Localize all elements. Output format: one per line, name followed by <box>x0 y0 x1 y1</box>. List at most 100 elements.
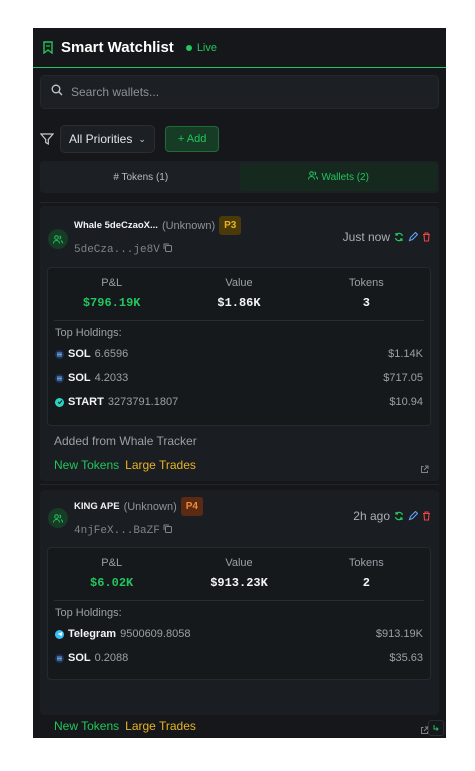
tokens-stat: Tokens 2 <box>303 557 430 590</box>
value-amount: $1.86K <box>217 296 261 310</box>
wallet-name-row: KING APE (Unknown) P4 <box>74 497 203 516</box>
delete-icon[interactable] <box>422 232 431 242</box>
holding-symbol: SOL <box>68 348 91 360</box>
tokens-label: Tokens <box>348 557 384 569</box>
wallet-address-row: 4njFeX...BaZF <box>74 524 172 537</box>
resize-handle-icon[interactable] <box>428 720 444 736</box>
priority-badge: P4 <box>180 497 203 516</box>
pnl-label: P&L <box>101 277 123 289</box>
tab-wallets-label: Wallets (2) <box>321 171 369 183</box>
copy-icon[interactable] <box>163 243 172 256</box>
alert-tags: New Tokens Large Trades <box>54 458 196 472</box>
tab-wallets[interactable]: Wallets (2) <box>239 163 437 191</box>
pnl-value: $6.02K <box>90 576 134 590</box>
wallet-card[interactable]: Whale 5deCzaoX... (Unknown) P3 5deCza...… <box>40 206 439 481</box>
alert-tag-large-trades: Large Trades <box>125 458 196 472</box>
external-link-icon[interactable] <box>420 461 429 473</box>
search-icon <box>51 83 63 101</box>
holding-amount: 6.6596 <box>94 348 129 360</box>
tab-tokens-label: # Tokens (1) <box>113 171 169 183</box>
holding-row[interactable]: SOL 4.2033 $717.05 <box>48 366 430 390</box>
holding-usd: $10.94 <box>389 396 423 408</box>
wallet-stats: P&L $796.19K Value $1.86K Tokens 3 Top H… <box>47 267 431 426</box>
wallet-name-row: Whale 5deCzaoX... (Unknown) P3 <box>74 216 242 235</box>
tokens-count: 3 <box>362 296 370 310</box>
telegram-icon <box>55 629 64 639</box>
holding-amount: 4.2033 <box>94 372 129 384</box>
edit-icon[interactable] <box>408 511 418 521</box>
users-icon <box>307 171 318 183</box>
sol-icon <box>55 653 64 663</box>
delete-icon[interactable] <box>422 511 431 521</box>
top-holdings-label: Top Holdings: <box>55 607 122 619</box>
pnl-stat: P&L $796.19K <box>48 277 175 310</box>
wallet-address: 5deCza...je8V <box>74 243 160 256</box>
sol-icon <box>55 373 64 383</box>
value-label: Value <box>225 277 253 289</box>
live-label: Live <box>196 41 217 54</box>
priority-dropdown-label: All Priorities <box>69 132 133 146</box>
alert-tag-new-tokens: New Tokens <box>54 719 120 733</box>
value-label: Value <box>225 557 253 569</box>
priority-badge: P3 <box>219 216 242 235</box>
edit-icon[interactable] <box>408 232 418 242</box>
divider <box>54 600 424 601</box>
alert-tag-large-trades: Large Trades <box>125 719 196 733</box>
refresh-icon[interactable] <box>394 232 404 242</box>
wallet-address-row: 5deCza...je8V <box>74 243 172 256</box>
wallet-address: 4njFeX...BaZF <box>74 524 160 537</box>
wallet-note: Added from Whale Tracker <box>54 434 197 448</box>
wallet-tag: (Unknown) <box>161 219 216 232</box>
bookmark-icon <box>41 41 55 55</box>
search-box[interactable] <box>40 75 439 109</box>
tab-tokens[interactable]: # Tokens (1) <box>42 163 240 191</box>
live-status: Live <box>185 41 217 54</box>
last-activity: Just now <box>342 230 390 244</box>
refresh-icon[interactable] <box>394 511 404 521</box>
wallet-actions: 2h ago <box>353 509 431 523</box>
wallet-name[interactable]: KING APE <box>74 501 120 512</box>
divider <box>40 202 439 203</box>
holding-usd: $1.14K <box>388 348 423 360</box>
sol-icon <box>55 349 64 359</box>
start-icon <box>55 397 64 407</box>
holding-amount: 9500609.8058 <box>120 628 191 640</box>
holding-row[interactable]: SOL 6.6596 $1.14K <box>48 342 430 366</box>
filter-icon[interactable] <box>39 132 55 146</box>
chevron-down-icon: ⌄ <box>138 133 146 144</box>
search-input[interactable] <box>71 85 411 99</box>
wallet-stats: P&L $6.02K Value $913.23K Tokens 2 Top H… <box>47 547 431 680</box>
panel-title: Smart Watchlist <box>61 39 174 56</box>
value-stat: Value $1.86K <box>175 277 302 310</box>
wallet-avatar-icon <box>48 508 68 528</box>
wallet-avatar-icon <box>48 229 68 249</box>
priority-dropdown[interactable]: All Priorities ⌄ <box>60 125 155 153</box>
alert-tag-new-tokens: New Tokens <box>54 458 120 472</box>
holding-row[interactable]: SOL 0.2088 $35.63 <box>48 646 430 670</box>
tokens-stat: Tokens 3 <box>303 277 430 310</box>
tokens-count: 2 <box>362 576 370 590</box>
pnl-label: P&L <box>101 557 123 569</box>
add-wallet-button[interactable]: + Add <box>164 126 220 152</box>
wallet-name[interactable]: Whale 5deCzaoX... <box>74 220 158 231</box>
holding-usd: $913.19K <box>375 628 423 640</box>
holding-amount: 3273791.1807 <box>107 396 179 408</box>
top-holdings-label: Top Holdings: <box>55 327 122 339</box>
value-amount: $913.23K <box>210 576 268 590</box>
divider <box>54 320 424 321</box>
value-stat: Value $913.23K <box>175 557 302 590</box>
filter-bar: All Priorities ⌄ + Add <box>39 125 220 153</box>
holding-symbol: Telegram <box>68 628 117 640</box>
tab-bar: # Tokens (1) Wallets (2) <box>40 161 439 193</box>
copy-icon[interactable] <box>163 524 172 537</box>
holding-symbol: SOL <box>68 372 91 384</box>
wallet-card[interactable]: KING APE (Unknown) P4 4njFeX...BaZF 2h a… <box>40 490 439 734</box>
panel-header: Smart Watchlist Live <box>33 28 446 68</box>
holding-amount: 0.2088 <box>94 652 129 664</box>
holding-symbol: SOL <box>68 652 91 664</box>
holding-row[interactable]: START 3273791.1807 $10.94 <box>48 390 430 414</box>
divider <box>40 484 439 485</box>
holding-row[interactable]: Telegram 9500609.8058 $913.19K <box>48 622 430 646</box>
wallet-tag: (Unknown) <box>123 500 177 513</box>
live-dot-icon <box>185 44 192 51</box>
